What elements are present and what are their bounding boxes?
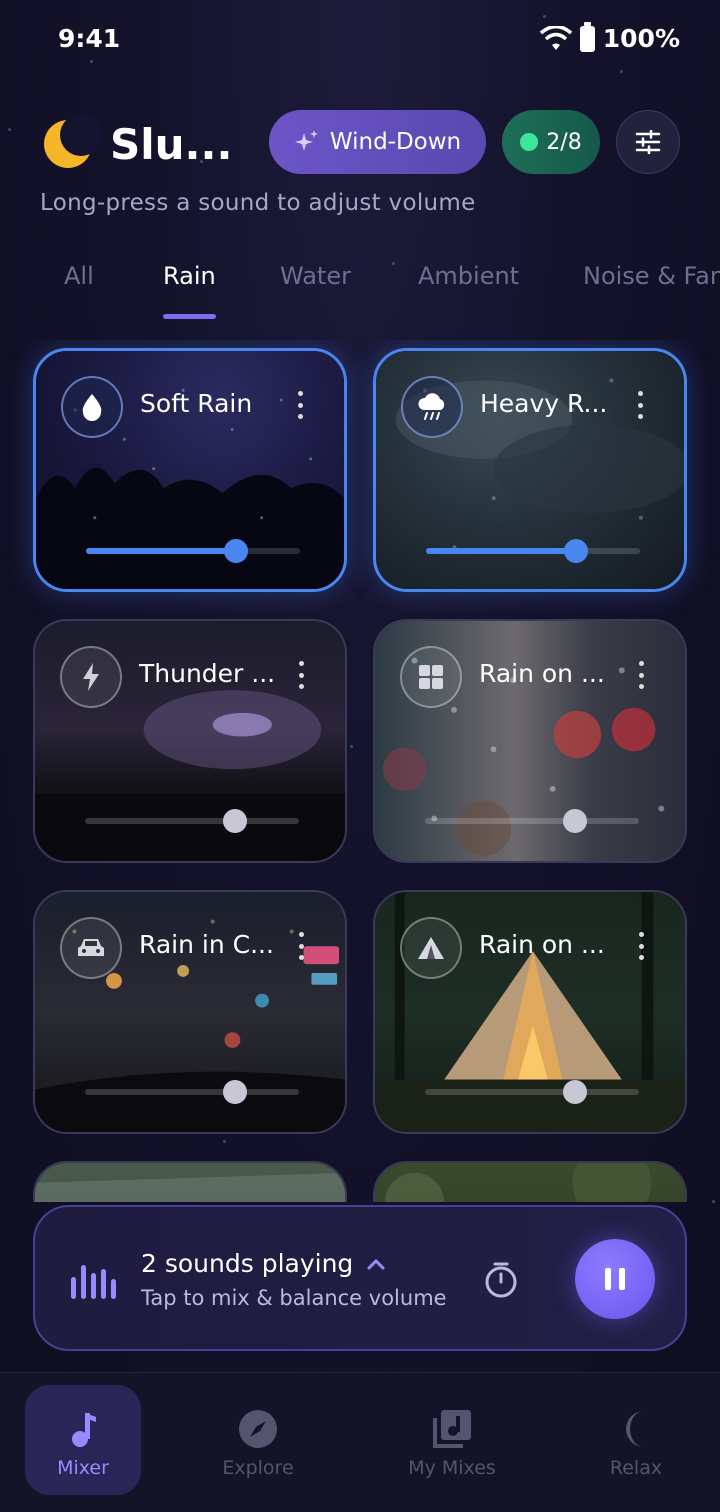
sound-grid: Soft Rain Heavy R... Thunder ... Rain on… <box>0 340 720 1202</box>
tab-ambient[interactable]: Ambient <box>418 262 519 290</box>
battery-percent: 100% <box>602 24 680 53</box>
water-drop-icon <box>82 394 102 421</box>
status-right: 100% <box>539 21 680 53</box>
volume-slider[interactable] <box>86 539 300 563</box>
header-subtitle: Long-press a sound to adjust volume <box>40 190 476 216</box>
sound-name: Rain on ... <box>479 659 605 688</box>
nav-label: My Mixes <box>408 1457 496 1479</box>
volume-slider[interactable] <box>426 539 640 563</box>
player-subtitle: Tap to mix & balance volume <box>141 1286 447 1310</box>
status-time: 9:41 <box>58 24 121 53</box>
sound-icon-wrap <box>60 646 122 708</box>
volume-slider[interactable] <box>425 809 639 833</box>
sound-name: Thunder ... <box>139 659 276 688</box>
more-options-icon[interactable] <box>299 661 305 689</box>
status-bar: 9:41 100% <box>0 0 720 80</box>
title-text: Slu... <box>110 119 233 169</box>
volume-thumb[interactable] <box>223 1080 247 1104</box>
sound-icon-wrap <box>401 376 463 438</box>
timer-icon[interactable] <box>481 1260 521 1300</box>
music-note-icon <box>72 1413 96 1447</box>
sound-card-rain-on-tent[interactable]: Rain on ... <box>373 890 687 1134</box>
tab-all[interactable]: All <box>64 262 94 290</box>
nav-explore[interactable]: Explore <box>200 1385 316 1495</box>
lightning-icon <box>83 663 99 691</box>
pause-button[interactable] <box>575 1239 655 1319</box>
settings-button[interactable] <box>616 110 680 174</box>
more-options-icon[interactable] <box>639 661 645 689</box>
more-options-icon[interactable] <box>638 391 644 419</box>
volume-thumb[interactable] <box>224 539 248 563</box>
sound-name: Rain in C... <box>139 930 274 959</box>
playing-count: 2/8 <box>546 129 582 155</box>
bottom-nav: Mixer Explore My Mixes Relax <box>0 1372 720 1512</box>
sound-card-partial-left[interactable] <box>33 1161 347 1202</box>
volume-thumb[interactable] <box>564 539 588 563</box>
nav-relax[interactable]: Relax <box>578 1385 694 1495</box>
wifi-icon <box>539 25 572 50</box>
volume-slider[interactable] <box>85 809 299 833</box>
player-title: 2 sounds playing <box>141 1249 354 1278</box>
equalizer-icon <box>71 1263 116 1299</box>
nav-label: Relax <box>609 1457 663 1479</box>
sound-card-soft-rain[interactable]: Soft Rain <box>33 348 347 592</box>
header: Slu... Wind-Down 2/8 <box>40 110 680 180</box>
moon-emoji-icon <box>40 114 102 172</box>
tab-rain[interactable]: Rain <box>163 262 216 290</box>
volume-thumb[interactable] <box>563 1080 587 1104</box>
sound-icon-wrap <box>61 376 123 438</box>
volume-thumb[interactable] <box>223 809 247 833</box>
crescent-moon-icon <box>626 1411 644 1447</box>
playing-dot <box>520 133 539 151</box>
sound-card-rain-in-car[interactable]: Rain in C... <box>33 890 347 1134</box>
volume-slider[interactable] <box>425 1080 639 1104</box>
sound-card-rain-on-window[interactable]: Rain on ... <box>373 619 687 863</box>
wind-down-label: Wind-Down <box>329 129 462 155</box>
sound-card-heavy-rain[interactable]: Heavy R... <box>373 348 687 592</box>
nav-mixer[interactable]: Mixer <box>25 1385 141 1495</box>
wind-down-button[interactable]: Wind-Down <box>269 110 486 174</box>
car-icon <box>78 939 104 956</box>
pause-icon <box>605 1268 611 1290</box>
playing-count-button[interactable]: 2/8 <box>502 110 600 174</box>
tab-noise-fan[interactable]: Noise & Fan <box>583 262 720 290</box>
player-title-row: 2 sounds playing <box>141 1249 385 1278</box>
app-title: Slu... <box>40 114 233 172</box>
sound-name: Heavy R... <box>480 389 608 418</box>
chevron-up-icon[interactable] <box>367 1258 385 1270</box>
sparkle-icon <box>294 130 318 151</box>
sound-icon-wrap <box>400 646 462 708</box>
battery-icon <box>579 21 595 52</box>
volume-thumb[interactable] <box>563 809 587 833</box>
tune-icon <box>635 130 661 154</box>
storm-cloud-icon <box>418 393 445 420</box>
sound-card-partial-right[interactable] <box>373 1161 687 1202</box>
sound-card-thunder[interactable]: Thunder ... <box>33 619 347 863</box>
tab-water[interactable]: Water <box>280 262 351 290</box>
category-tabs: All Rain Water Ambient Noise & Fan <box>0 240 720 320</box>
more-options-icon[interactable] <box>299 932 305 960</box>
volume-slider[interactable] <box>85 1080 299 1104</box>
library-music-icon <box>433 1410 471 1448</box>
tab-underline <box>163 314 216 319</box>
compass-icon <box>239 1410 277 1448</box>
rooftop-scene <box>35 1172 345 1202</box>
nav-my-mixes[interactable]: My Mixes <box>394 1385 510 1495</box>
nav-label: Explore <box>222 1457 294 1479</box>
window-icon <box>419 665 443 689</box>
more-options-icon[interactable] <box>639 932 645 960</box>
leaves-scene <box>384 1163 652 1202</box>
sound-name: Rain on ... <box>479 930 605 959</box>
sound-icon-wrap <box>400 917 462 979</box>
tent-icon <box>418 937 444 959</box>
now-playing-bar[interactable]: 2 sounds playing Tap to mix & balance vo… <box>33 1205 687 1351</box>
more-options-icon[interactable] <box>298 391 304 419</box>
sound-icon-wrap <box>60 917 122 979</box>
sound-name: Soft Rain <box>140 389 253 418</box>
nav-label: Mixer <box>57 1457 109 1479</box>
